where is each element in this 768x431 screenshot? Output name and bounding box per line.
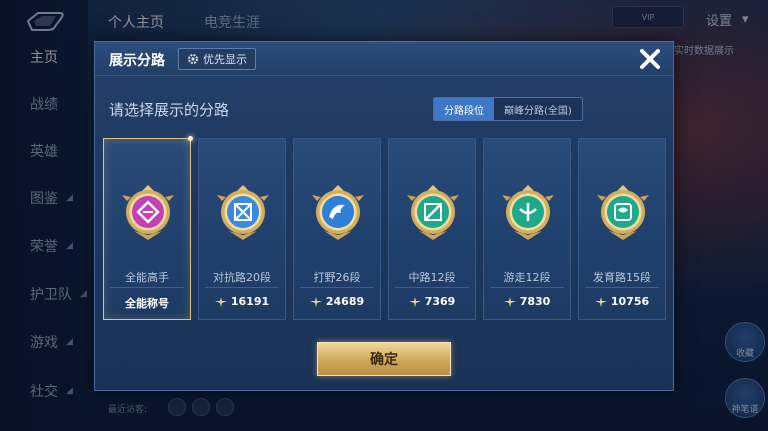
divider bbox=[110, 287, 184, 288]
lane-score: 10756 bbox=[579, 295, 665, 308]
rank-points-icon bbox=[309, 296, 322, 307]
lane-card[interactable]: 发育路15段 10756 bbox=[578, 138, 666, 320]
tab-lane-rank[interactable]: 分路段位 bbox=[434, 98, 494, 120]
rank-points-icon bbox=[408, 296, 421, 307]
divider bbox=[395, 287, 469, 288]
dialog-title: 展示分路 bbox=[109, 53, 165, 69]
lane-card[interactable]: 对抗路20段 16191 bbox=[198, 138, 286, 320]
lane-score: 7830 bbox=[484, 295, 570, 308]
rank-points-icon bbox=[503, 296, 516, 307]
lane-score-value: 7830 bbox=[519, 295, 551, 308]
close-icon bbox=[640, 49, 660, 69]
tab-peak-lane[interactable]: 巅峰分路(全国) bbox=[494, 98, 582, 120]
divider bbox=[300, 287, 374, 288]
confirm-button[interactable]: 确定 bbox=[317, 342, 451, 376]
roam-emblem-icon bbox=[501, 183, 555, 243]
priority-display-button[interactable]: 优先显示 bbox=[178, 48, 256, 70]
all-round-emblem-icon bbox=[121, 183, 175, 243]
lane-score: 24689 bbox=[294, 295, 380, 308]
lane-score-value: 10756 bbox=[610, 295, 650, 308]
dialog-subtitle: 请选择展示的分路 bbox=[109, 101, 230, 119]
close-button[interactable] bbox=[633, 44, 667, 74]
lane-score-value: 全能称号 bbox=[125, 297, 169, 310]
rank-points-icon bbox=[594, 296, 607, 307]
lane-score-value: 24689 bbox=[325, 295, 365, 308]
lane-score-value: 16191 bbox=[230, 295, 270, 308]
lane-rank-label: 发育路15段 bbox=[593, 271, 651, 284]
gear-icon bbox=[188, 54, 198, 64]
lane-card[interactable]: 全能高手 全能称号 bbox=[103, 136, 193, 320]
farm-emblem-icon bbox=[596, 183, 650, 243]
lane-rank-label: 打野26段 bbox=[313, 271, 361, 284]
lane-score: 16191 bbox=[199, 295, 285, 308]
lane-cards: 全能高手 全能称号 对抗路20段 16191 打野26段 24689 中路12段 7369 游走… bbox=[103, 136, 667, 320]
lane-rank-label: 全能高手 bbox=[125, 271, 169, 284]
lane-score: 7369 bbox=[389, 295, 475, 308]
lane-mode-toggle: 分路段位 巅峰分路(全国) bbox=[433, 97, 583, 121]
priority-display-label: 优先显示 bbox=[203, 53, 247, 66]
confirm-label: 确定 bbox=[370, 352, 398, 368]
dialog-header: 展示分路 优先显示 bbox=[95, 42, 673, 76]
lane-card[interactable]: 打野26段 24689 bbox=[293, 138, 381, 320]
lane-card[interactable]: 游走12段 7830 bbox=[483, 138, 571, 320]
divider bbox=[585, 287, 659, 288]
jungle-emblem-icon bbox=[311, 183, 365, 243]
rank-points-icon bbox=[214, 296, 227, 307]
display-lane-dialog: 展示分路 优先显示 请选择展示的分路 分路段位 巅峰分路(全国) 全能高手全能称… bbox=[94, 41, 674, 391]
lane-rank-label: 中路12段 bbox=[408, 271, 456, 284]
divider bbox=[490, 287, 564, 288]
divider bbox=[205, 287, 279, 288]
lane-rank-label: 游走12段 bbox=[503, 271, 551, 284]
lane-score-value: 7369 bbox=[424, 295, 456, 308]
lane-score: 全能称号 bbox=[104, 295, 190, 311]
lane-card[interactable]: 中路12段 7369 bbox=[388, 138, 476, 320]
clash-emblem-icon bbox=[216, 183, 270, 243]
lane-rank-label: 对抗路20段 bbox=[213, 271, 271, 284]
mid-emblem-icon bbox=[406, 183, 460, 243]
